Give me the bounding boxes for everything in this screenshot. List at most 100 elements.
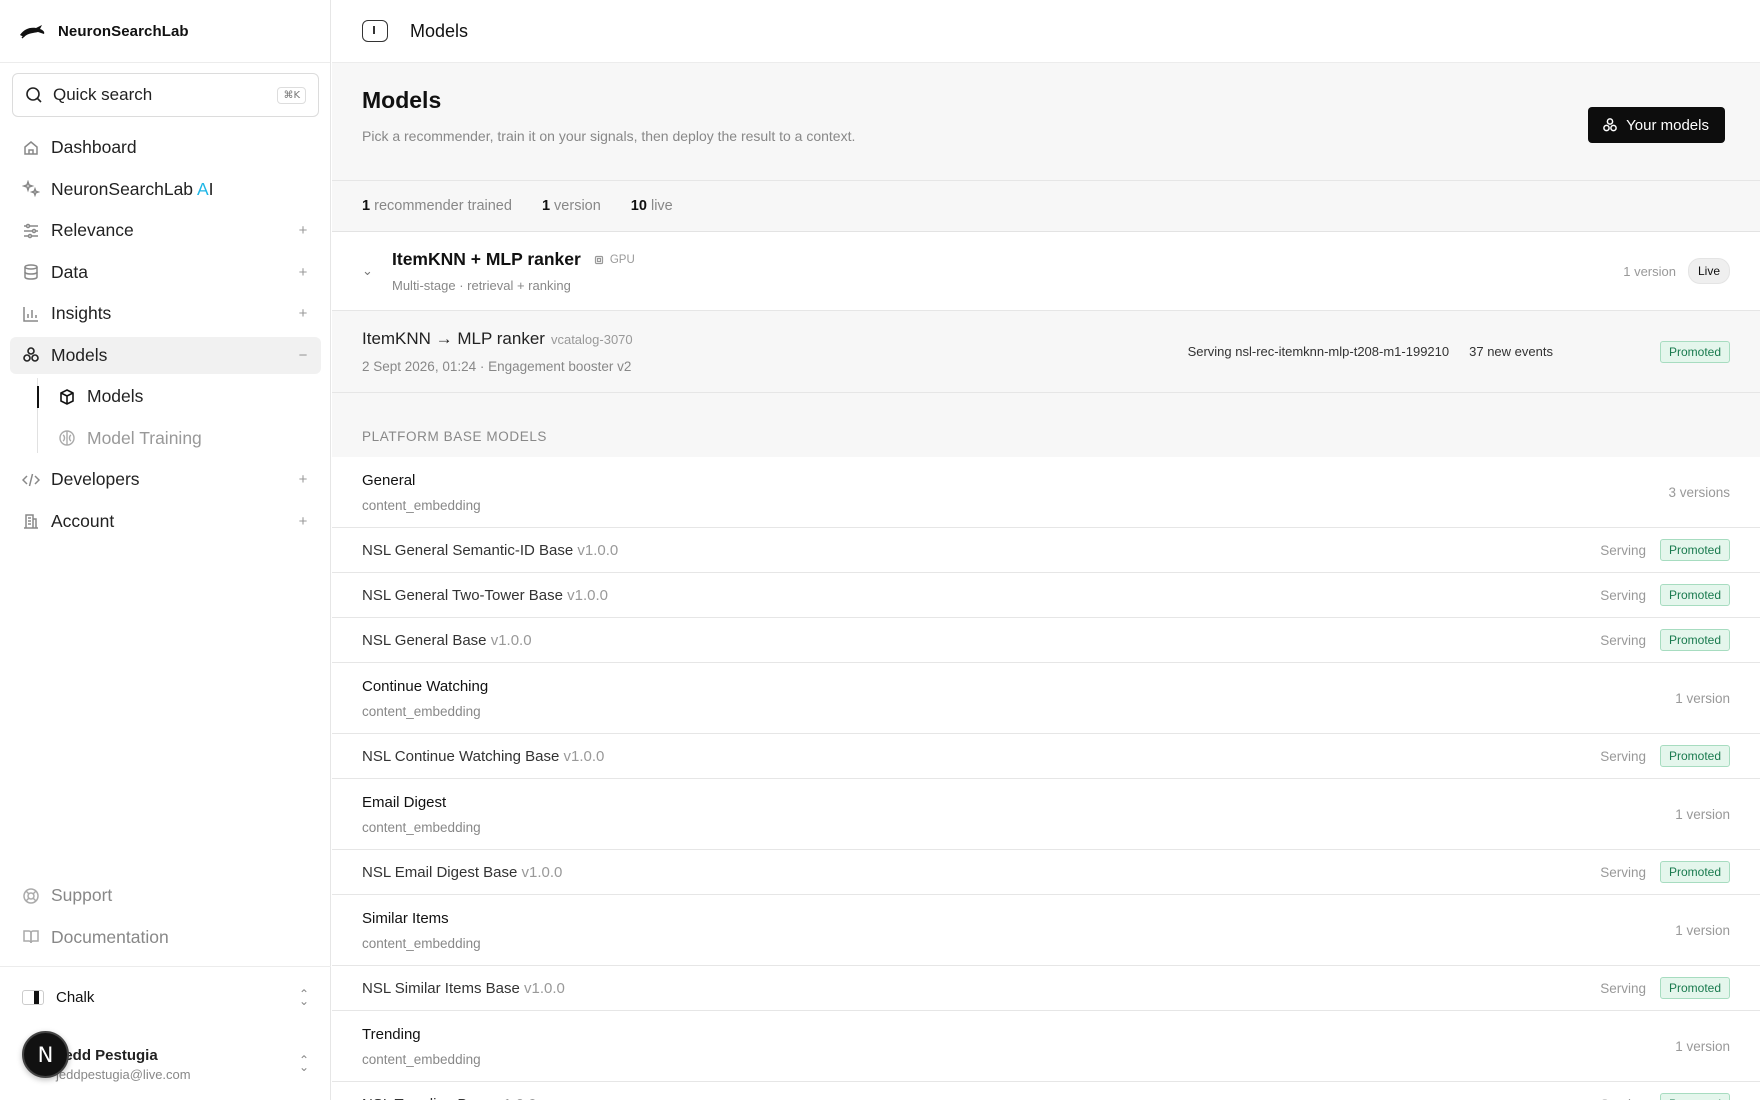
model-group-row[interactable]: Email Digest content_embedding 1 version (332, 779, 1760, 850)
live-status-badge: Live (1687, 258, 1730, 284)
ai-label-i: I (208, 178, 214, 199)
quick-search[interactable]: ⌘K (12, 73, 319, 117)
promoted-badge: Promoted (1659, 977, 1730, 999)
nav-label: Data (51, 261, 88, 282)
nav-item-dashboard[interactable]: Dashboard (10, 129, 321, 166)
building-icon (22, 512, 40, 530)
nav-item-support[interactable]: Support (10, 877, 321, 914)
nav-label: Relevance (51, 220, 134, 240)
group-info: General content_embedding (362, 472, 1668, 513)
chip-icon (594, 255, 603, 264)
subnav-label: Model Training (87, 427, 202, 448)
model-version-row[interactable]: NSL Trending Base v1.0.0ServingPromoted (332, 1082, 1760, 1100)
model-status: Serving (1600, 587, 1646, 603)
group-subtitle: content_embedding (362, 935, 481, 951)
expand-icon[interactable]: + (297, 471, 309, 488)
nav-item-relevance[interactable]: Relevance + (10, 212, 321, 249)
model-group-row[interactable]: Trending content_embedding 1 version (332, 1011, 1760, 1082)
group-title: Continue Watching (362, 677, 489, 695)
models-subnav: Models Model Training (28, 378, 321, 457)
model-version-row[interactable]: NSL Email Digest Base v1.0.0 Serving Promo… (332, 850, 1760, 895)
expand-icon[interactable]: + (297, 222, 309, 239)
group-version-count: 3 versions (1668, 484, 1730, 500)
model-group-row[interactable]: General content_embedding 3 versions (332, 457, 1760, 528)
expand-icon[interactable]: + (297, 513, 309, 530)
chevron-updown-icon: ⌃ ⌄ (298, 986, 309, 1008)
recommender-name: ItemKNN + MLP ranker (392, 249, 581, 269)
your-models-button[interactable]: Your models (1588, 107, 1725, 143)
recommender-row[interactable]: ⌄ ItemKNN + MLP ranker GPU Multi-stage ·… (332, 232, 1760, 311)
promoted-badge: Promoted (1659, 861, 1730, 883)
promoted-badge: Promoted (1659, 745, 1730, 767)
model-title: NSL General Two-Tower Base (362, 586, 563, 604)
sidebar: NeuronSearchLab ⌘K Dashboard NeuronSearc… (0, 0, 331, 1100)
promoted-badge: Promoted (1659, 584, 1730, 606)
version-row[interactable]: ItemKNN → MLP ranker vcatalog-3070 2 Sept… (332, 311, 1760, 393)
sidebar-toggle-icon[interactable] (362, 20, 388, 42)
chevron-down-icon[interactable]: ⌄ (362, 263, 378, 279)
model-name: NSL Similar Items Base v1.0.0 (362, 980, 1600, 997)
promoted-badge: Promoted (1659, 340, 1730, 363)
group-subtitle: content_embedding (362, 1051, 481, 1067)
nav-label: Account (51, 510, 115, 531)
model-group-row[interactable]: Similar Items content_embedding 1 version (332, 895, 1760, 966)
nav-label: Documentation (51, 926, 169, 947)
model-title: NSL General Base (362, 631, 487, 649)
nav-label: Models (51, 344, 108, 365)
model-name: NSL General Semantic-ID Base v1.0.0 (362, 542, 1600, 559)
model-name: NSL Continue Watching Base v1.0.0 (362, 748, 1600, 765)
nav-item-data[interactable]: Data + (10, 254, 321, 291)
sparkles-icon (22, 180, 40, 198)
models-icon (22, 346, 40, 364)
theme-switcher[interactable]: Chalk ⌃ ⌄ (0, 966, 331, 1028)
group-info: Trending content_embedding (362, 1026, 1675, 1067)
subnav-item-model-training[interactable]: Model Training (46, 420, 321, 457)
cube-icon (58, 388, 76, 406)
version-name: ItemKNN → MLP ranker (362, 329, 545, 348)
expand-icon[interactable]: + (297, 305, 309, 322)
database-icon (22, 263, 40, 281)
theme-label: Chalk (56, 989, 95, 1006)
group-info: Similar Items content_embedding (362, 910, 1675, 951)
promoted-badge: Promoted (1659, 1093, 1730, 1100)
version-subtitle: 2 Sept 2026, 01:24 · Engagement booster … (362, 359, 632, 374)
topbar-title: Models (410, 20, 469, 41)
lifebuoy-icon (22, 887, 40, 905)
nav-item-developers[interactable]: Developers + (10, 461, 321, 498)
expand-icon[interactable]: + (297, 264, 309, 281)
search-input[interactable] (53, 85, 278, 105)
group-version-count: 1 version (1675, 806, 1730, 822)
brand-name: NeuronSearchLab (58, 22, 189, 40)
book-icon (22, 928, 40, 946)
model-version-row[interactable]: NSL General Base v1.0.0 Serving Promoted (332, 618, 1760, 663)
main-content: Models Models Pick a recommender, train … (332, 0, 1760, 1100)
model-version-row[interactable]: NSL Continue Watching Base v1.0.0 Serving… (332, 734, 1760, 779)
model-version-row[interactable]: NSL Similar Items Base v1.0.0 Serving Prom… (332, 966, 1760, 1011)
model-version-row[interactable]: NSL General Semantic-ID Base v1.0.0 Servi… (332, 528, 1760, 573)
avatar[interactable]: N (22, 1031, 69, 1078)
group-title: General (362, 471, 416, 489)
model-version-row[interactable]: NSL General Two-Tower Base v1.0.0 Serving… (332, 573, 1760, 618)
model-group-row[interactable]: Continue Watching content_embedding 1 vers… (332, 663, 1760, 734)
nav-item-ai[interactable]: NeuronSearchLab AI (10, 171, 321, 208)
code-icon (22, 471, 40, 489)
nav-item-documentation[interactable]: Documentation (10, 919, 321, 956)
page-title: Models (362, 87, 442, 113)
main-nav: Dashboard NeuronSearchLab AI Relevance +… (10, 129, 321, 544)
promoted-badge: Promoted (1659, 539, 1730, 561)
model-status: Serving (1600, 542, 1646, 558)
new-events: 37 new events (1469, 344, 1553, 359)
subnav-item-models[interactable]: Models (37, 378, 321, 415)
version-catalog: vcatalog-3070 (550, 332, 633, 347)
model-name: NSL Email Digest Base v1.0.0 (362, 864, 1600, 881)
nav-item-models[interactable]: Models − (10, 336, 321, 374)
subnav-label: Models (87, 386, 144, 406)
nav-item-account[interactable]: Account + (10, 503, 321, 540)
home-icon (22, 139, 40, 157)
nav-item-insights[interactable]: Insights + (10, 295, 321, 332)
serving-endpoint: Serving nsl-rec-itemknn-mlp-t208-m1-1992… (1187, 344, 1450, 359)
group-info: Email Digest content_embedding (362, 794, 1675, 835)
brand[interactable]: NeuronSearchLab (0, 0, 330, 63)
collapse-icon[interactable]: − (297, 347, 309, 364)
group-info: Continue Watching content_embedding (362, 678, 1675, 719)
